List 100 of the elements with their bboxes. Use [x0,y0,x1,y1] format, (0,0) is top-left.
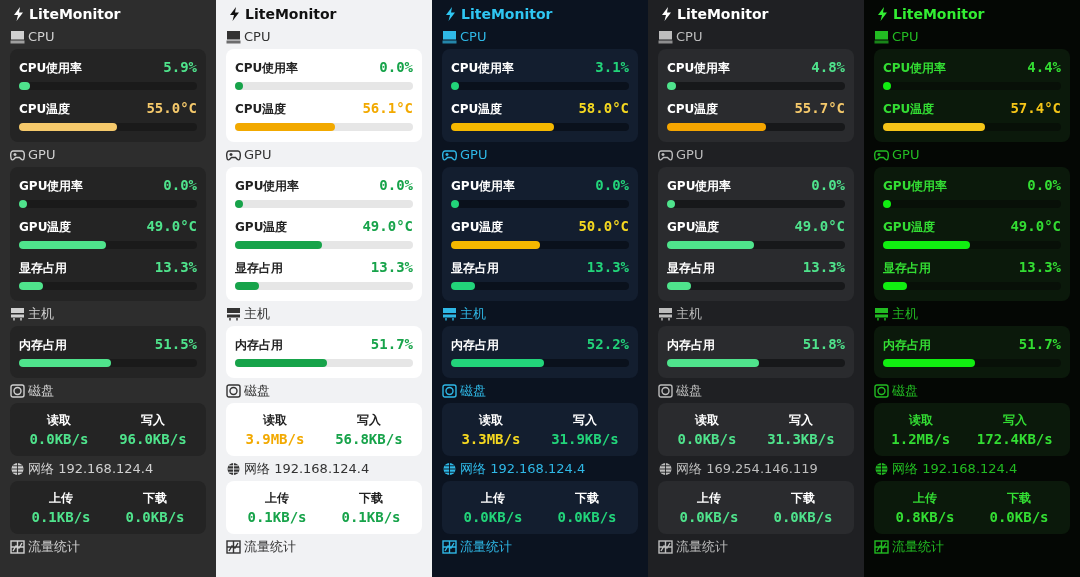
disk-icon [658,383,673,398]
server-icon [442,306,457,321]
rate-value: 0.0KB/s [989,509,1049,525]
monitor-icon [658,29,673,44]
metric-label: GPU温度 [883,219,936,236]
app-title: LiteMonitor [677,6,769,22]
lightning-icon [878,7,887,21]
rate-value: 172.4KB/s [976,431,1053,447]
metric-value: 49.0°C [146,218,197,234]
rate-value: 0.0KB/s [29,431,89,447]
monitor-icon [226,29,241,44]
section-heading: 网络 192.168.124.4 [244,459,370,478]
server-icon [226,306,241,321]
metric-value: 51.8% [802,336,845,352]
metric-label: GPU使用率 [451,178,516,195]
metric-value: 13.3% [1018,259,1061,275]
metric-value: 49.0°C [1010,218,1061,234]
section-heading: 磁盘 [892,381,918,400]
metric-label: CPU温度 [19,101,71,118]
rate-value: 0.0KB/s [677,431,737,447]
metric-value: 55.0°C [146,100,197,116]
metric-value: 51.7% [370,336,413,352]
section-heading: 磁盘 [244,381,270,400]
rate-label: 写入 [1002,412,1027,429]
metric-value: 55.7°C [794,100,845,116]
metric-value: 4.8% [811,59,845,75]
rate-value: 31.9KB/s [551,431,619,447]
metric-value: 50.0°C [578,218,629,234]
metric-value: 52.2% [586,336,629,352]
chart-icon [658,539,673,554]
metric-value: 13.3% [154,259,197,275]
rate-value: 0.0KB/s [125,509,185,525]
metric-label: CPU温度 [667,101,719,118]
metric-label: CPU使用率 [235,60,299,77]
metric-label: CPU温度 [235,101,287,118]
app-title: LiteMonitor [461,6,553,22]
rate-value: 0.0KB/s [557,509,617,525]
metric-label: GPU使用率 [19,178,84,195]
metric-label: 内存占用 [883,337,931,354]
server-icon [874,306,889,321]
lightning-icon [662,7,671,21]
metric-value: 49.0°C [794,218,845,234]
section-heading: 流量统计 [28,537,80,556]
section-heading: CPU [892,29,919,44]
rate-value: 3.3MB/s [461,431,521,447]
metric-label: CPU使用率 [451,60,515,77]
section-heading: 主机 [892,304,918,323]
metric-value: 5.9% [163,59,197,75]
rate-value: 0.1KB/s [341,509,401,525]
metric-label: CPU使用率 [883,60,947,77]
rate-value: 3.9MB/s [245,431,305,447]
rate-value: 0.8KB/s [895,509,955,525]
rate-label: 上传 [913,490,937,507]
metric-value: 13.3% [370,259,413,275]
globe-icon [658,461,673,476]
section-heading: GPU [892,147,920,162]
rate-label: 读取 [262,412,287,429]
metric-value: 58.0°C [578,100,629,116]
app-title: LiteMonitor [245,6,337,22]
app-title: LiteMonitor [893,6,985,22]
gamepad-icon [874,147,889,162]
section-heading: CPU [28,29,55,44]
monitor-icon [442,29,457,44]
rate-label: 上传 [265,490,289,507]
disk-icon [874,383,889,398]
server-icon [658,306,673,321]
rate-label: 读取 [478,412,503,429]
rate-label: 下载 [791,490,815,507]
rate-label: 读取 [46,412,71,429]
metric-label: 显存占用 [235,260,283,277]
metric-value: 0.0% [163,177,197,193]
globe-icon [226,461,241,476]
rate-value: 0.1KB/s [31,509,91,525]
rate-label: 上传 [697,490,721,507]
section-heading: GPU [28,147,56,162]
section-heading: 网络 192.168.124.4 [460,459,586,478]
rate-label: 上传 [481,490,505,507]
section-heading: 主机 [244,304,270,323]
rate-label: 写入 [356,412,381,429]
metric-label: 显存占用 [19,260,67,277]
rate-value: 0.0KB/s [679,509,739,525]
gamepad-icon [658,147,673,162]
section-heading: 磁盘 [676,381,702,400]
rate-label: 写入 [140,412,165,429]
lightning-icon [446,7,455,21]
metric-label: GPU使用率 [883,178,948,195]
metric-value: 0.0% [595,177,629,193]
metric-label: CPU温度 [883,101,935,118]
metric-label: 内存占用 [451,337,499,354]
globe-icon [442,461,457,476]
section-heading: CPU [460,29,487,44]
rate-label: 读取 [694,412,719,429]
section-heading: 主机 [28,304,54,323]
metric-value: 3.1% [595,59,629,75]
metric-value: 4.4% [1027,59,1061,75]
section-heading: 网络 169.254.146.119 [676,459,818,478]
metric-value: 13.3% [586,259,629,275]
section-heading: 磁盘 [460,381,486,400]
rate-value: 1.2MB/s [891,431,951,447]
metric-label: 内存占用 [667,337,715,354]
